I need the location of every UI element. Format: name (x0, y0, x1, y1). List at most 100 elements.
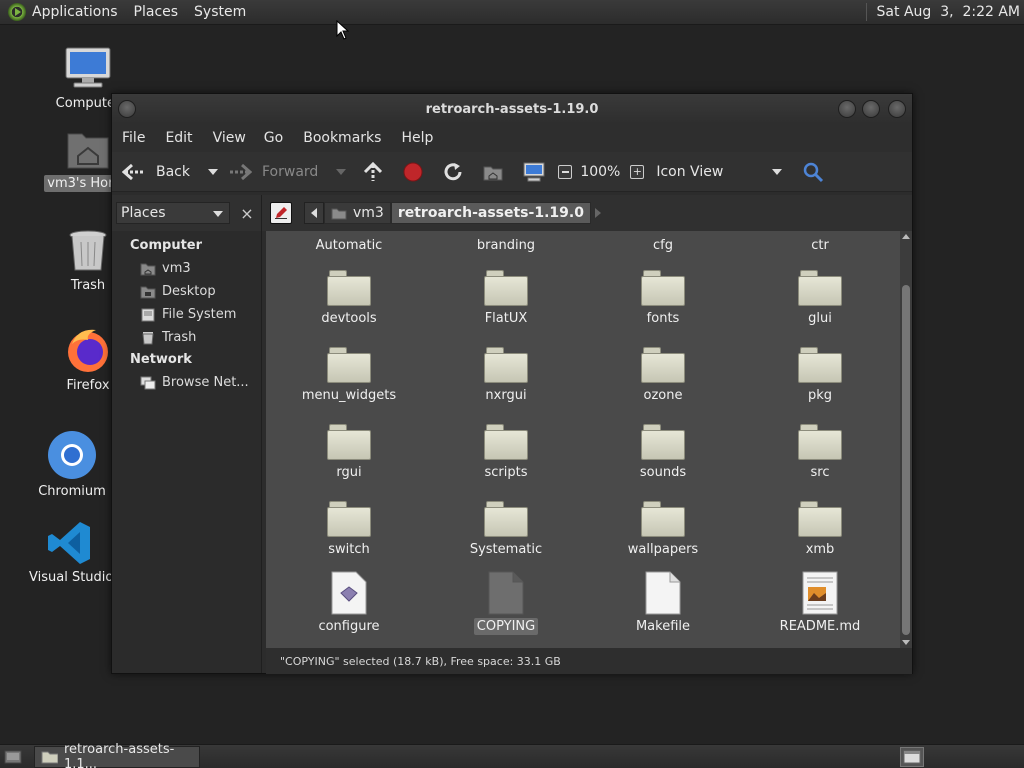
desktop-icon-label: Chromium (38, 484, 106, 499)
home-icon[interactable] (482, 161, 504, 183)
path-crumb-current[interactable]: retroarch-assets-1.19.0 (390, 202, 591, 224)
window-titlebar[interactable]: retroarch-assets-1.19.0 (112, 94, 912, 124)
top-panel: Applications Places System Sat Aug 3, 2:… (0, 0, 1024, 25)
toolbar: Back Forward 100% + Icon View (112, 152, 912, 192)
scroll-down-icon[interactable] (902, 640, 910, 645)
item-name: sounds (639, 465, 687, 480)
folder-item[interactable]: xmb (745, 499, 895, 558)
item-name: pkg (807, 388, 833, 403)
menu-bookmarks[interactable]: Bookmarks (297, 130, 387, 146)
menu-help[interactable]: Help (395, 130, 439, 146)
chevron-down-icon (213, 211, 223, 217)
menu-view[interactable]: View (207, 130, 252, 146)
menu-applications[interactable]: Applications (32, 4, 126, 20)
folder-icon (484, 345, 528, 383)
folder-item[interactable]: FlatUX (431, 268, 581, 327)
forward-button[interactable]: Forward (228, 162, 318, 182)
sidebar-item-filesystem[interactable]: File System (112, 303, 261, 326)
folder-item[interactable]: branding (431, 237, 581, 254)
item-name: devtools (321, 311, 377, 326)
menu-go[interactable]: Go (258, 130, 289, 146)
file-item[interactable]: Makefile (588, 571, 738, 635)
folder-item[interactable]: fonts (588, 268, 738, 327)
close-icon[interactable] (888, 100, 906, 118)
path-scroll-right-button[interactable] (591, 202, 605, 224)
folder-item[interactable]: nxrgui (431, 345, 581, 404)
sidebar-item-desktop[interactable]: Desktop (112, 280, 261, 303)
menu-file[interactable]: File (116, 130, 151, 146)
file-item[interactable]: README.md (745, 571, 895, 635)
item-name: glui (808, 311, 832, 326)
up-arrow-icon[interactable] (362, 161, 384, 183)
path-scroll-left-button[interactable] (304, 202, 324, 224)
folder-item[interactable]: ctr (745, 237, 895, 254)
folder-item[interactable]: pkg (745, 345, 895, 404)
scroll-up-icon[interactable] (902, 234, 910, 239)
file-icon (488, 571, 524, 615)
maximize-icon[interactable] (862, 100, 880, 118)
folder-item[interactable]: rgui (274, 422, 424, 481)
folder-icon (641, 268, 685, 306)
sidebar-item-vm3[interactable]: vm3 (112, 257, 261, 280)
location-bar: Places × vm3 retroarch-assets-1.19.0 (112, 195, 912, 231)
computer-icon (65, 47, 111, 88)
view-mode-dropdown-arrow[interactable] (772, 168, 783, 175)
reload-icon[interactable] (442, 161, 464, 183)
desktop-icon-label: Trash (70, 278, 106, 293)
show-desktop-icon[interactable] (2, 747, 24, 767)
view-mode-select[interactable]: Icon View (656, 164, 764, 180)
sidebar-item-trash[interactable]: Trash (112, 326, 261, 349)
folder-item[interactable]: switch (274, 499, 424, 558)
forward-history-dropdown[interactable] (336, 168, 347, 175)
computer-icon[interactable] (522, 161, 546, 183)
folder-item[interactable]: glui (745, 268, 895, 327)
zoom-out-icon[interactable] (558, 164, 573, 179)
zoom-in-icon[interactable]: + (630, 164, 645, 179)
menu-system[interactable]: System (186, 4, 254, 20)
folder-item[interactable]: src (745, 422, 895, 481)
file-item-selected[interactable]: COPYING (431, 571, 581, 635)
window-menu-icon[interactable] (118, 100, 136, 118)
folder-item[interactable]: menu_widgets (274, 345, 424, 404)
script-file-icon (331, 571, 367, 615)
folder-item[interactable]: Systematic (431, 499, 581, 558)
stop-icon[interactable] (402, 161, 424, 183)
search-icon[interactable] (802, 161, 824, 183)
folder-icon (798, 345, 842, 383)
folder-item[interactable]: ozone (588, 345, 738, 404)
places-header: Places × (112, 195, 262, 231)
folder-item[interactable]: scripts (431, 422, 581, 481)
minimize-icon[interactable] (838, 100, 856, 118)
status-bar: "COPYING" selected (18.7 kB), Free space… (266, 648, 912, 674)
home-folder-icon (67, 133, 109, 169)
clock[interactable]: Sat Aug 3, 2:22 AM (877, 4, 1024, 20)
desktop-icon-vscode[interactable]: Visual Studio Code (26, 520, 112, 586)
menu-edit[interactable]: Edit (159, 130, 198, 146)
item-name: wallpapers (627, 542, 699, 557)
back-history-dropdown[interactable] (208, 168, 218, 175)
folder-item[interactable]: wallpapers (588, 499, 738, 558)
scrollbar-thumb[interactable] (902, 285, 910, 635)
vertical-scrollbar[interactable] (900, 231, 912, 648)
edit-location-icon[interactable] (270, 202, 292, 224)
folder-icon (327, 268, 371, 306)
window-title: retroarch-assets-1.19.0 (425, 101, 599, 117)
menu-places[interactable]: Places (126, 4, 187, 20)
folder-item[interactable]: Automatic (274, 237, 424, 254)
folder-item[interactable]: sounds (588, 422, 738, 481)
places-dropdown[interactable]: Places (116, 202, 230, 224)
folder-item[interactable]: devtools (274, 268, 424, 327)
path-crumb-home[interactable]: vm3 (324, 202, 391, 224)
folder-item[interactable]: cfg (588, 237, 738, 254)
file-view[interactable]: Automatic branding cfg ctr devtools Flat… (266, 231, 900, 648)
distro-logo-icon[interactable] (8, 3, 26, 21)
file-item[interactable]: configure (274, 571, 424, 635)
close-sidebar-icon[interactable]: × (236, 202, 258, 224)
sidebar-item-browse-network[interactable]: Browse Net... (112, 371, 261, 394)
back-button[interactable]: Back (122, 162, 190, 182)
workspace-switcher[interactable] (900, 747, 924, 767)
markdown-file-icon (802, 571, 838, 615)
trash-icon (69, 230, 107, 271)
taskbar-window-button[interactable]: retroarch-assets-1.1... (34, 742, 200, 768)
desktop-icon-chromium[interactable]: Chromium (24, 430, 120, 500)
